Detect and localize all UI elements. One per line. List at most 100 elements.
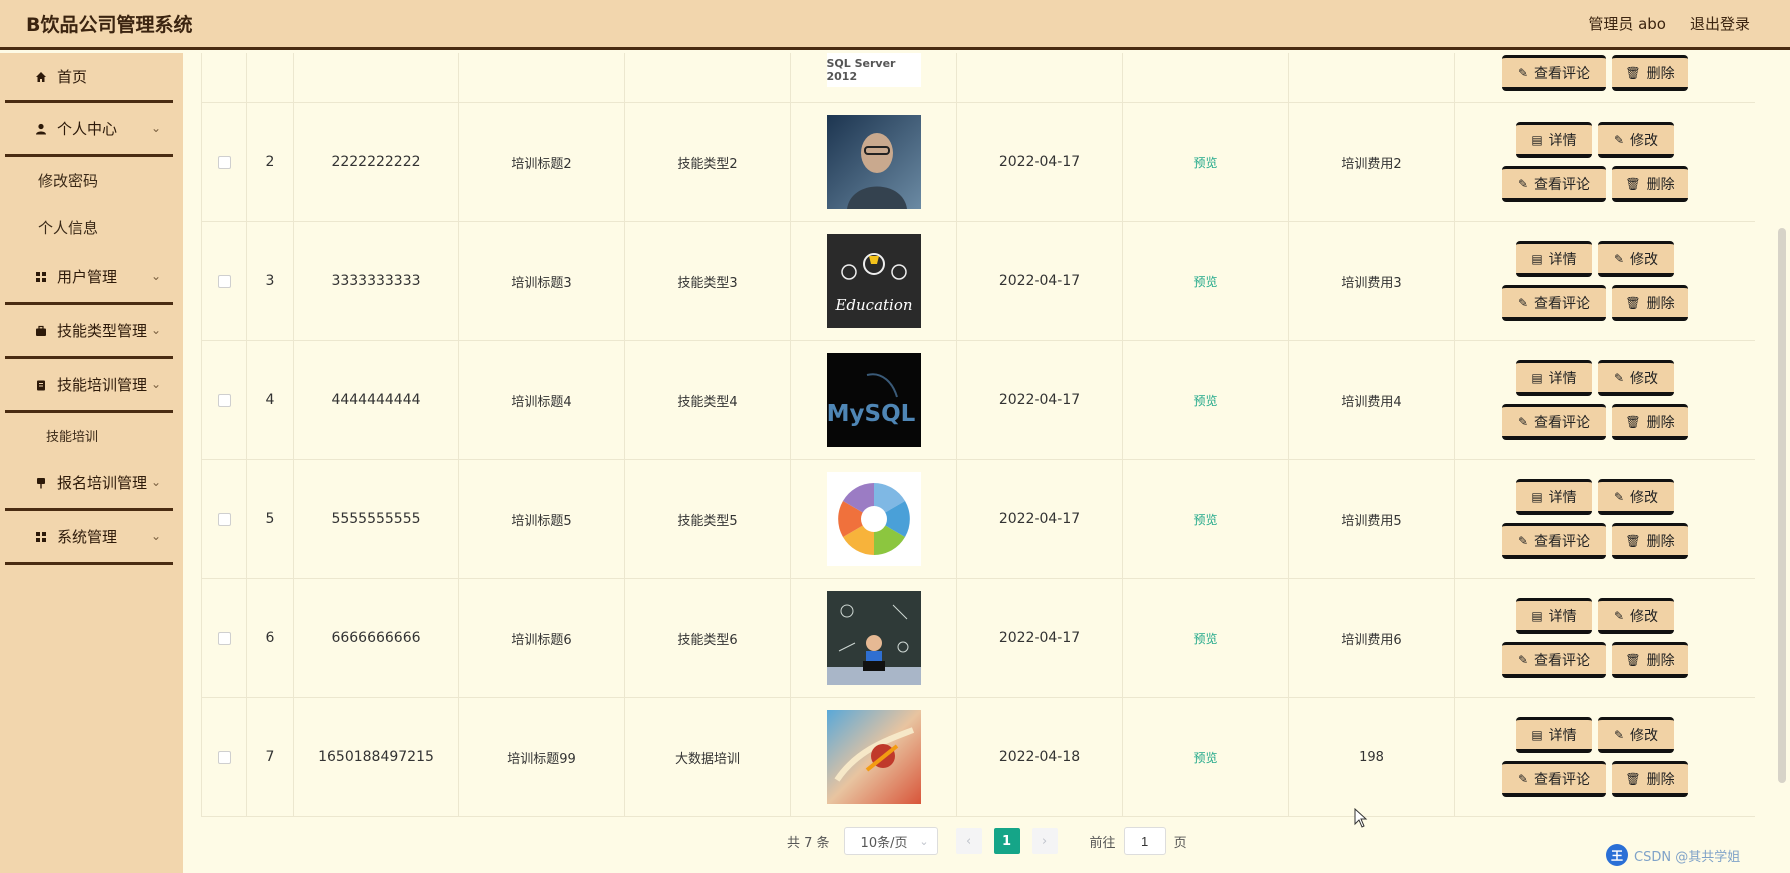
row-code: 3333333333 <box>294 222 459 340</box>
delete-button[interactable]: 🗑 删除 <box>1612 642 1688 678</box>
sidebar-item-skill-training-mgmt[interactable]: 技能培训管理 ⌄ <box>5 359 173 413</box>
detail-button[interactable]: ▤ 详情 <box>1516 717 1592 753</box>
edit-icon: ✎ <box>1517 65 1529 80</box>
row-date: 2022-04-17 <box>957 103 1123 221</box>
detail-button[interactable]: ▤ 详情 <box>1516 241 1592 277</box>
sidebar-subitem-change-password[interactable]: 修改密码 <box>0 157 183 204</box>
watermark-icon: 王 <box>1606 844 1628 866</box>
row-fee: 培训费用3 <box>1289 222 1455 340</box>
sidebar-item-home[interactable]: 首页 <box>5 53 173 103</box>
delete-button[interactable]: 🗑 删除 <box>1612 761 1688 797</box>
edit-button[interactable]: ✎ 修改 <box>1598 241 1674 277</box>
next-page-button[interactable]: › <box>1031 828 1058 854</box>
pagination: 共 7 条 10条/页 ⌄ ‹ 1 › 前往 页 <box>787 827 1187 855</box>
pushpin-icon <box>33 477 49 489</box>
sidebar-item-label: 个人中心 <box>57 120 118 138</box>
row-title: 培训标题4 <box>459 341 625 459</box>
row-date: 2022-04-17 <box>957 460 1123 578</box>
view-comments-button[interactable]: ✎ 查看评论 <box>1502 285 1606 321</box>
row-index: 2 <box>247 103 294 221</box>
edit-button[interactable]: ✎ 修改 <box>1598 598 1674 634</box>
vertical-scrollbar[interactable] <box>1778 228 1786 783</box>
view-comments-button[interactable]: ✎ 查看评论 <box>1502 523 1606 559</box>
trash-icon: 🗑 <box>1625 176 1641 191</box>
row-title: 培训标题2 <box>459 103 625 221</box>
row-checkbox[interactable] <box>217 274 231 288</box>
row-checkbox[interactable] <box>217 155 231 169</box>
edit-icon: ✎ <box>1517 414 1529 429</box>
clipboard-icon <box>33 379 49 391</box>
edit-button[interactable]: ✎ 修改 <box>1598 360 1674 396</box>
document-icon: ▤ <box>1531 608 1543 623</box>
edit-icon: ✎ <box>1613 489 1625 504</box>
sidebar-subitem-personal-info[interactable]: 个人信息 <box>0 204 183 251</box>
row-checkbox[interactable] <box>217 750 231 764</box>
view-comments-button[interactable]: ✎ 查看评论 <box>1502 642 1606 678</box>
sidebar-item-signup-mgmt[interactable]: 报名培训管理 ⌄ <box>5 457 173 511</box>
goto-page-input[interactable] <box>1123 827 1166 855</box>
row-title: 培训标题6 <box>459 579 625 697</box>
preview-link[interactable]: 预览 <box>1193 154 1217 171</box>
sidebar-item-label: 系统管理 <box>57 528 118 546</box>
row-type: 技能类型4 <box>625 341 791 459</box>
page-size-select[interactable]: 10条/页 ⌄ <box>843 827 938 855</box>
home-icon <box>33 71 49 83</box>
row-image: MySQL <box>826 353 921 447</box>
row-fee: 培训费用6 <box>1289 579 1455 697</box>
page-number-button[interactable]: 1 <box>993 828 1020 854</box>
row-fee: 198 <box>1289 698 1455 816</box>
header-user-area: 管理员 abo 退出登录 <box>1588 13 1750 34</box>
row-checkbox[interactable] <box>217 631 231 645</box>
delete-button[interactable]: 🗑 删除 <box>1612 166 1688 202</box>
sidebar-subitem-skill-training[interactable]: 技能培训 <box>0 413 183 457</box>
row-image: Education <box>826 234 921 328</box>
document-icon: ▤ <box>1531 251 1543 266</box>
app-title: B饮品公司管理系统 <box>26 14 193 36</box>
trash-icon: 🗑 <box>1625 414 1641 429</box>
view-comments-button[interactable]: ✎ 查看评论 <box>1502 761 1606 797</box>
row-index: 7 <box>247 698 294 816</box>
sidebar-item-personal[interactable]: 个人中心 ⌄ <box>5 103 173 157</box>
preview-link[interactable]: 预览 <box>1193 749 1217 766</box>
edit-button[interactable]: ✎ 修改 <box>1598 122 1674 158</box>
briefcase-icon <box>33 325 49 337</box>
preview-link[interactable]: 预览 <box>1193 273 1217 290</box>
row-type: 大数据培训 <box>625 698 791 816</box>
prev-page-button[interactable]: ‹ <box>955 828 982 854</box>
edit-button[interactable]: ✎ 修改 <box>1598 717 1674 753</box>
row-image <box>826 472 921 566</box>
detail-button[interactable]: ▤ 详情 <box>1516 360 1592 396</box>
logout-link[interactable]: 退出登录 <box>1690 13 1750 34</box>
preview-link[interactable]: 预览 <box>1193 630 1217 647</box>
row-image <box>826 115 921 209</box>
sidebar-item-skill-type-mgmt[interactable]: 技能类型管理 ⌄ <box>5 305 173 359</box>
delete-button[interactable]: 🗑 删除 <box>1612 523 1688 559</box>
row-type: 技能类型3 <box>625 222 791 340</box>
sidebar-item-system-mgmt[interactable]: 系统管理 ⌄ <box>5 511 173 565</box>
view-comments-button[interactable]: ✎ 查看评论 <box>1502 55 1606 91</box>
sidebar-item-user-mgmt[interactable]: 用户管理 ⌄ <box>5 251 173 305</box>
table-row: 2 2222222222 培训标题2 技能类型2 2022-04-17 预览 培… <box>201 103 1755 222</box>
grid-icon <box>33 271 49 283</box>
view-comments-button[interactable]: ✎ 查看评论 <box>1502 404 1606 440</box>
sidebar-item-label: 用户管理 <box>57 268 118 286</box>
row-checkbox[interactable] <box>217 512 231 526</box>
detail-button[interactable]: ▤ 详情 <box>1516 122 1592 158</box>
detail-button[interactable]: ▤ 详情 <box>1516 598 1592 634</box>
trash-icon: 🗑 <box>1625 533 1641 548</box>
detail-button[interactable]: ▤ 详情 <box>1516 479 1592 515</box>
row-checkbox[interactable] <box>217 393 231 407</box>
preview-link[interactable]: 预览 <box>1193 392 1217 409</box>
view-comments-button[interactable]: ✎ 查看评论 <box>1502 166 1606 202</box>
delete-button[interactable]: 🗑 删除 <box>1612 55 1688 91</box>
row-fee: 培训费用5 <box>1289 460 1455 578</box>
row-type: 技能类型2 <box>625 103 791 221</box>
current-user: 管理员 abo <box>1588 15 1666 33</box>
preview-link[interactable]: 预览 <box>1193 511 1217 528</box>
edit-button[interactable]: ✎ 修改 <box>1598 479 1674 515</box>
delete-button[interactable]: 🗑 删除 <box>1612 285 1688 321</box>
row-image: SQL Server 2012 <box>826 53 921 87</box>
delete-button[interactable]: 🗑 删除 <box>1612 404 1688 440</box>
table-row: 5 5555555555 培训标题5 技能类型5 2022-04-17 预览 培… <box>201 460 1755 579</box>
table-row: 6 6666666666 培训标题6 技能类型6 2022-04-17 预览 培… <box>201 579 1755 698</box>
